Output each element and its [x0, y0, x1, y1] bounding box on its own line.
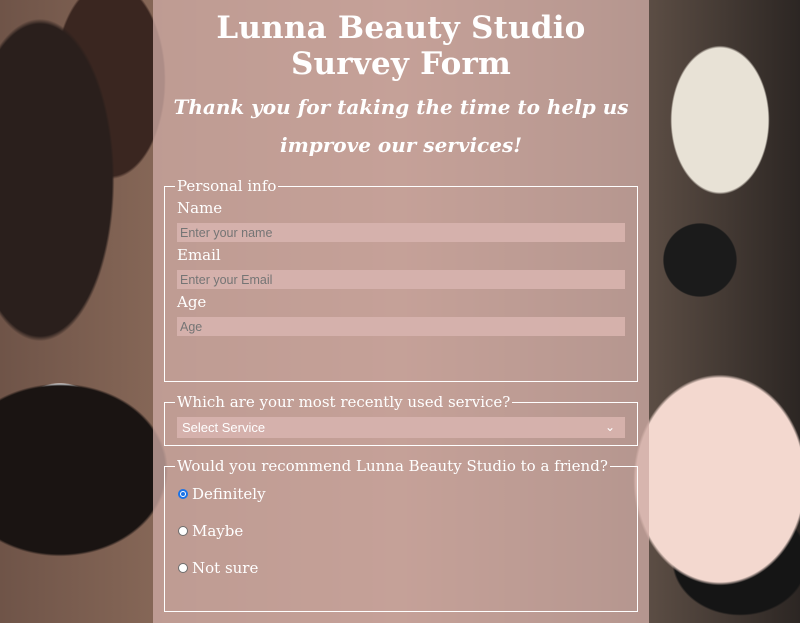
survey-panel: Lunna Beauty Studio Survey Form Thank yo… [153, 0, 649, 623]
radio-label-not-sure: Not sure [192, 558, 259, 577]
radio-button-definitely[interactable] [178, 488, 188, 499]
recommend-legend: Would you recommend Lunna Beauty Studio … [177, 457, 608, 475]
radio-button-maybe[interactable] [178, 525, 188, 536]
radio-option-not-sure[interactable]: Not sure [177, 549, 625, 586]
email-label: Email [177, 246, 221, 264]
radio-label-definitely: Definitely [192, 484, 266, 503]
age-field[interactable] [177, 317, 625, 336]
chevron-down-icon: ⌄ [604, 420, 615, 434]
radio-button-not-sure[interactable] [178, 562, 188, 573]
age-label: Age [177, 293, 207, 311]
personal-info-fieldset: Personal info Name Email Age [164, 177, 638, 382]
service-select-value: Select Service [182, 420, 266, 435]
name-label: Name [177, 199, 223, 217]
page-subtitle: Thank you for taking the time to help us… [173, 95, 629, 157]
radio-option-maybe[interactable]: Maybe [177, 512, 625, 549]
radio-option-definitely[interactable]: Definitely [177, 475, 625, 512]
email-field[interactable] [177, 270, 625, 289]
service-legend: Which are your most recently used servic… [177, 393, 511, 411]
service-fieldset: Which are your most recently used servic… [164, 393, 638, 446]
service-select[interactable]: Select Service ⌄ [177, 417, 625, 438]
name-field[interactable] [177, 223, 625, 242]
recommend-fieldset: Would you recommend Lunna Beauty Studio … [164, 457, 638, 612]
page-title: Lunna Beauty Studio Survey Form [216, 10, 586, 82]
radio-label-maybe: Maybe [192, 521, 244, 540]
personal-info-legend: Personal info [177, 177, 277, 195]
